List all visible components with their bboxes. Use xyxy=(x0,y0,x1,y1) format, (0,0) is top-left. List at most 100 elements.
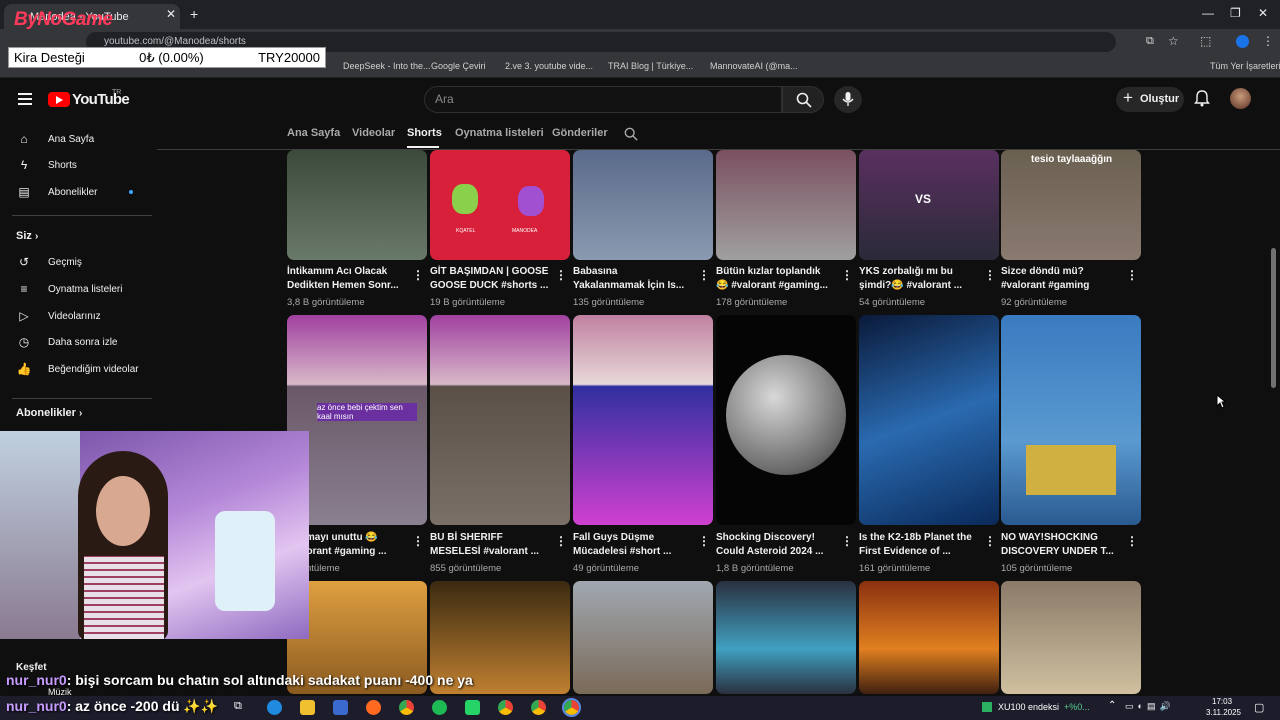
all-bookmarks[interactable]: Tüm Yer İşaretleri xyxy=(1210,61,1280,71)
more-options-icon[interactable]: ⋮ xyxy=(841,268,853,282)
menu-dots-icon[interactable]: ⋮ xyxy=(1262,34,1274,48)
stock-ticker-label[interactable]: XU100 endeksi xyxy=(998,702,1059,712)
minimize-icon[interactable]: — xyxy=(1202,6,1214,20)
search-button[interactable] xyxy=(782,86,824,113)
short-thumbnail[interactable] xyxy=(859,315,999,525)
account-avatar[interactable] xyxy=(1230,88,1251,109)
search-input[interactable]: Ara xyxy=(424,86,782,113)
youtube-logo-icon[interactable] xyxy=(48,92,70,107)
short-title[interactable]: YKS zorbalığı mı bu şimdi?😂 #valorant ... xyxy=(859,265,983,293)
task-view-icon[interactable]: ⧉ xyxy=(234,700,249,715)
notification-center-icon[interactable]: ▢ xyxy=(1254,701,1264,714)
sidebar-section-you[interactable]: Siz › xyxy=(16,230,38,242)
sidebar-item-playlists[interactable]: ≡ Oynatma listeleri xyxy=(16,280,122,298)
short-thumbnail[interactable] xyxy=(716,315,856,525)
short-title[interactable]: GİT BAŞIMDAN | GOOSE GOOSE DUCK #shorts .… xyxy=(430,265,554,293)
short-title[interactable]: Sizce döndü mü? #valorant #gaming xyxy=(1001,265,1125,293)
short-thumbnail[interactable] xyxy=(573,581,713,694)
sidebar-item-subscriptions[interactable]: ▤ Abonelikler xyxy=(16,183,97,201)
chrome-active-icon[interactable] xyxy=(562,698,581,717)
maximize-icon[interactable]: ❐ xyxy=(1230,6,1241,20)
more-options-icon[interactable]: ⋮ xyxy=(698,534,710,548)
sidebar-item-history[interactable]: ↺ Geçmiş xyxy=(16,253,82,271)
tab-videos[interactable]: Videolar xyxy=(352,127,395,139)
tab-posts[interactable]: Gönderiler xyxy=(552,127,608,139)
bookmark-star-icon[interactable]: ☆ xyxy=(1168,34,1179,48)
more-options-icon[interactable]: ⋮ xyxy=(412,534,424,548)
short-thumbnail[interactable] xyxy=(716,581,856,694)
sidebar-item-watch-later[interactable]: ◷ Daha sonra izle xyxy=(16,333,118,351)
short-thumbnail[interactable] xyxy=(573,315,713,525)
sidebar-item-liked[interactable]: 👍 Beğendiğim videolar xyxy=(16,360,139,378)
page-scrollbar[interactable] xyxy=(1271,248,1276,388)
short-views: 54 görüntüleme xyxy=(859,297,926,308)
more-options-icon[interactable]: ⋮ xyxy=(698,268,710,282)
channel-search-icon[interactable] xyxy=(624,127,638,141)
profile-icon[interactable] xyxy=(1236,35,1249,48)
short-title[interactable]: İntikamım Acı Olacak Dedikten Hemen Sonr.… xyxy=(287,265,411,293)
more-options-icon[interactable]: ⋮ xyxy=(984,268,996,282)
cast-icon[interactable]: ⧉ xyxy=(1146,35,1154,48)
more-options-icon[interactable]: ⋮ xyxy=(412,268,424,282)
short-thumbnail[interactable]: KQATEL MANODEA xyxy=(430,150,570,260)
short-thumbnail[interactable] xyxy=(430,315,570,525)
sidebar-item-your-videos[interactable]: ▷ Videolarınız xyxy=(16,307,100,325)
whatsapp-icon[interactable] xyxy=(465,700,480,715)
tab-shorts[interactable]: Shorts xyxy=(407,127,442,139)
notifications-bell-icon[interactable] xyxy=(1194,90,1210,107)
more-options-icon[interactable]: ⋮ xyxy=(555,268,567,282)
short-title[interactable]: NO WAY!SHOCKING DISCOVERY UNDER T... xyxy=(1001,531,1125,559)
chrome-icon[interactable] xyxy=(498,700,513,715)
extensions-icon[interactable]: ⬚ xyxy=(1200,34,1211,48)
edge-icon[interactable] xyxy=(267,700,282,715)
spotify-icon[interactable] xyxy=(432,700,447,715)
menu-icon[interactable] xyxy=(18,93,32,108)
short-title[interactable]: Fall Guys Düşme Mücadelesi #short ... xyxy=(573,531,697,559)
goal-label: Kira Desteği xyxy=(14,50,85,65)
bookmark-item[interactable]: Google Çeviri xyxy=(431,61,486,71)
short-views: 855 görüntüleme xyxy=(430,563,502,574)
more-options-icon[interactable]: ⋮ xyxy=(555,534,567,548)
short-thumbnail[interactable] xyxy=(287,150,427,260)
short-thumbnail[interactable] xyxy=(859,581,999,694)
short-title[interactable]: Is the K2-18b Planet the First Evidence o… xyxy=(859,531,983,559)
bookmark-item[interactable]: DeepSeek - Into the... xyxy=(343,61,431,71)
short-thumbnail[interactable] xyxy=(716,150,856,260)
bookmark-item[interactable]: MannovateAI (@ma... xyxy=(710,61,798,71)
more-options-icon[interactable]: ⋮ xyxy=(984,534,996,548)
short-title[interactable]: BU Bİ SHERIFF MESELESİ #valorant ... xyxy=(430,531,554,559)
sidebar-item-shorts[interactable]: ϟ Shorts xyxy=(16,156,77,174)
webcam-sweater xyxy=(84,556,164,639)
short-title[interactable]: Shocking Discovery! Could Asteroid 2024 .… xyxy=(716,531,840,559)
file-explorer-icon[interactable] xyxy=(300,700,315,715)
short-title[interactable]: Babasına Yakalanmamak İçin Is... xyxy=(573,265,697,293)
more-options-icon[interactable]: ⋮ xyxy=(1126,268,1138,282)
firefox-icon[interactable] xyxy=(366,700,381,715)
store-icon[interactable] xyxy=(333,700,348,715)
new-tab-icon[interactable]: + xyxy=(190,6,198,22)
bookmark-item[interactable]: TRAI Blog | Türkiye... xyxy=(608,61,693,71)
short-thumbnail[interactable] xyxy=(1001,581,1141,694)
chrome-icon[interactable] xyxy=(399,700,414,715)
short-thumbnail[interactable] xyxy=(1001,315,1141,525)
tab-close-icon[interactable]: ✕ xyxy=(166,7,176,21)
bookmark-item[interactable]: 2.ve 3. youtube vide... xyxy=(505,61,593,71)
close-window-icon[interactable]: ✕ xyxy=(1258,6,1268,20)
short-thumbnail[interactable]: tesio taylaaağğın xyxy=(1001,150,1141,260)
short-views: 3,8 B görüntüleme xyxy=(287,297,365,308)
short-thumbnail[interactable]: VS xyxy=(859,150,999,260)
more-options-icon[interactable]: ⋮ xyxy=(1126,534,1138,548)
sidebar-item-label: Oynatma listeleri xyxy=(48,283,123,295)
tab-playlists[interactable]: Oynatma listeleri xyxy=(455,127,544,139)
chrome-icon[interactable] xyxy=(531,700,546,715)
voice-search-button[interactable] xyxy=(834,86,862,113)
short-title[interactable]: Bütün kızlar toplandık 😂 #valorant #gamin… xyxy=(716,265,840,293)
sidebar-section-subscriptions[interactable]: Abonelikler › xyxy=(16,407,82,419)
more-options-icon[interactable]: ⋮ xyxy=(841,534,853,548)
thumb-caption: az önce bebi çektim sen kaal mısın xyxy=(317,403,417,421)
tab-home[interactable]: Ana Sayfa xyxy=(287,127,340,139)
sidebar-item-home[interactable]: ⌂ Ana Sayfa xyxy=(16,130,94,148)
chevron-up-icon[interactable]: ⌃ xyxy=(1108,700,1116,711)
tray-icons[interactable]: ▭◐▤🔊 xyxy=(1125,701,1175,712)
short-thumbnail[interactable] xyxy=(573,150,713,260)
